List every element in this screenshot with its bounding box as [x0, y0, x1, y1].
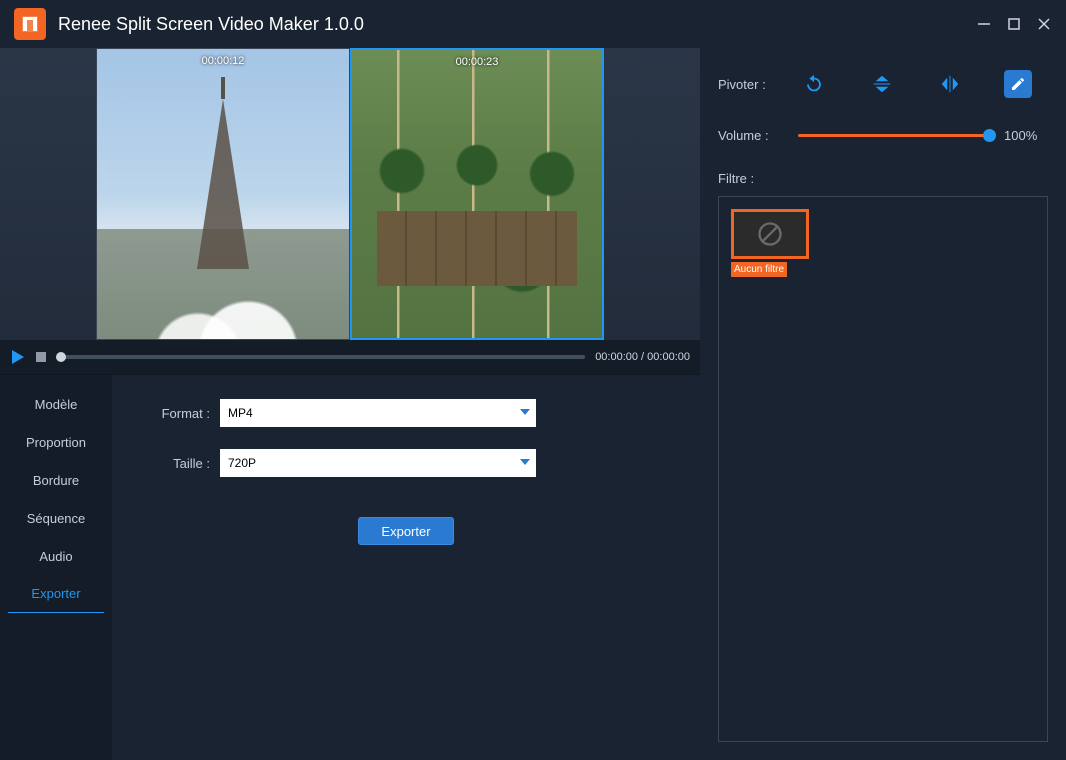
filter-item-none[interactable]: Aucun filtre: [731, 209, 809, 277]
sidebar: Modèle Proportion Bordure Séquence Audio…: [0, 375, 112, 760]
size-label: Taille :: [132, 456, 210, 471]
export-button[interactable]: Exporter: [358, 517, 454, 545]
chevron-down-icon: [520, 409, 530, 415]
volume-slider[interactable]: [798, 134, 990, 137]
no-filter-icon: [731, 209, 809, 259]
playback-bar: 00:00:00 / 00:00:00: [0, 340, 700, 374]
time-display: 00:00:00 / 00:00:00: [595, 351, 690, 363]
close-button[interactable]: [1036, 16, 1052, 32]
sidebar-item-sequence[interactable]: Séquence: [0, 499, 112, 537]
volume-thumb[interactable]: [983, 129, 996, 142]
size-value: 720P: [228, 456, 256, 470]
app-logo: [14, 8, 46, 40]
rotate-label: Pivoter :: [718, 77, 792, 92]
preview-pane-right[interactable]: 00:00:23: [350, 48, 604, 340]
sidebar-item-modele[interactable]: Modèle: [0, 385, 112, 423]
right-panel: Pivoter : Volume : 100%: [700, 48, 1066, 760]
format-select[interactable]: MP4: [220, 399, 536, 427]
timestamp-left: 00:00:12: [202, 55, 245, 67]
seek-thumb[interactable]: [56, 352, 66, 362]
sidebar-item-exporter[interactable]: Exporter: [8, 575, 104, 613]
export-settings-panel: Format : MP4 Taille : 720P Exporter: [112, 375, 700, 760]
sidebar-item-audio[interactable]: Audio: [0, 537, 112, 575]
title-bar: Renee Split Screen Video Maker 1.0.0: [0, 0, 1066, 48]
format-value: MP4: [228, 406, 253, 420]
edit-button[interactable]: [1004, 70, 1032, 98]
filter-item-label: Aucun filtre: [731, 262, 787, 277]
preview-area: 00:00:12 00:00:23: [0, 48, 700, 340]
volume-value: 100%: [1004, 128, 1048, 143]
flip-vertical-button[interactable]: [868, 70, 896, 98]
flip-horizontal-button[interactable]: [936, 70, 964, 98]
rotate-button[interactable]: [800, 70, 828, 98]
filter-label: Filtre :: [718, 171, 1048, 186]
filter-list: Aucun filtre: [718, 196, 1048, 742]
preview-pane-left[interactable]: 00:00:12: [96, 48, 350, 340]
sidebar-item-proportion[interactable]: Proportion: [0, 423, 112, 461]
maximize-button[interactable]: [1006, 16, 1022, 32]
preview-image-left: [97, 49, 349, 339]
seek-slider[interactable]: [56, 355, 585, 359]
sidebar-item-bordure[interactable]: Bordure: [0, 461, 112, 499]
minimize-button[interactable]: [976, 16, 992, 32]
preview-image-right: [352, 50, 602, 338]
app-title: Renee Split Screen Video Maker 1.0.0: [58, 14, 364, 35]
window-controls: [976, 16, 1052, 32]
chevron-down-icon: [520, 459, 530, 465]
volume-label: Volume :: [718, 128, 792, 143]
timestamp-right: 00:00:23: [456, 56, 499, 68]
format-label: Format :: [132, 406, 210, 421]
stop-button[interactable]: [36, 352, 46, 362]
play-button[interactable]: [10, 349, 26, 365]
size-select[interactable]: 720P: [220, 449, 536, 477]
